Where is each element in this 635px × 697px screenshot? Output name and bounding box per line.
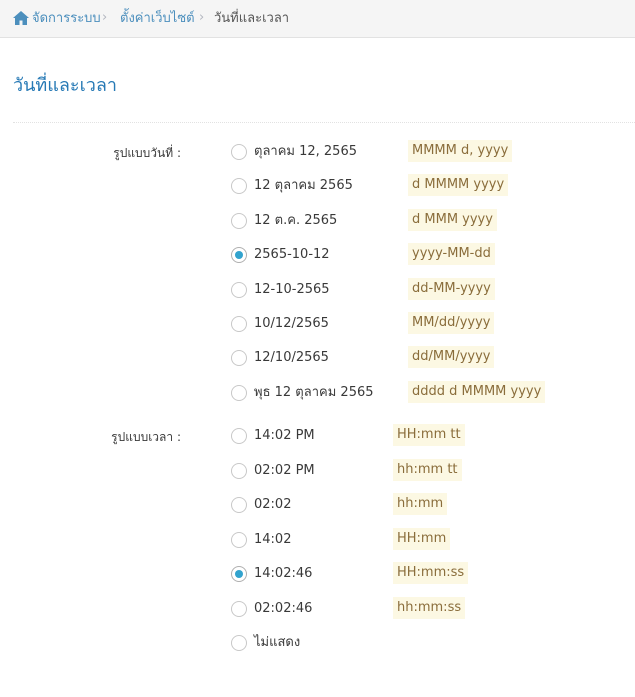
date_format-format-code: dd-MM-yyyy xyxy=(408,277,495,300)
breadcrumb-item-admin[interactable]: จัดการระบบ xyxy=(32,10,101,27)
breadcrumb-item-current: วันที่และเวลา xyxy=(214,11,290,26)
time_format-format-code: hh:mm tt xyxy=(393,458,462,481)
time_format-format-code: hh:mm:ss xyxy=(393,596,466,619)
time_format-radio[interactable] xyxy=(231,531,247,548)
chevron-right-icon: › xyxy=(102,10,108,25)
time_format-radio[interactable] xyxy=(231,462,247,479)
date_format-radio[interactable] xyxy=(231,281,247,298)
page-title: วันที่และเวลา xyxy=(13,75,117,96)
date_format-option-label[interactable]: 12 ตุลาคม 2565 xyxy=(254,177,353,194)
date_format-radio[interactable] xyxy=(231,316,247,332)
time_format-radio[interactable] xyxy=(231,600,247,617)
chevron-right-icon: › xyxy=(199,10,205,25)
date_format-radio[interactable] xyxy=(231,247,247,264)
date_format-format-code: MM/dd/yyyy xyxy=(408,312,495,334)
date_format-format-code: MMMM d, yyyy xyxy=(408,140,513,162)
date_format-radio[interactable] xyxy=(231,144,247,160)
date_format-radio[interactable] xyxy=(231,350,247,367)
date_format-format-code: d MMMM yyyy xyxy=(408,174,509,197)
date_format-option-label[interactable]: ตุลาคม 12, 2565 xyxy=(254,143,357,160)
date_format-format-code: d MMM yyyy xyxy=(408,208,497,231)
home-icon[interactable] xyxy=(12,10,30,26)
time_format-format-code: HH:mm tt xyxy=(393,424,465,446)
divider xyxy=(13,122,635,123)
date_format-format-code: dd/MM/yyyy xyxy=(408,346,495,369)
date_format-option-label[interactable]: 12-10-2565 xyxy=(254,281,330,298)
time_format-option-label[interactable]: 02:02 xyxy=(254,496,291,513)
date-format-label: รูปแบบวันที่ : xyxy=(113,146,181,160)
date_format-option-label[interactable]: 12 ต.ค. 2565 xyxy=(254,212,337,229)
time_format-radio[interactable] xyxy=(231,635,247,651)
date_format-option-label[interactable]: 12/10/2565 xyxy=(254,349,329,366)
time_format-option-label[interactable]: ไม่แสดง xyxy=(254,634,300,651)
date_format-format-code: dddd d MMMM yyyy xyxy=(408,380,546,403)
time_format-radio[interactable] xyxy=(231,428,247,444)
time_format-format-code: HH:mm xyxy=(393,527,451,550)
time_format-option-label[interactable]: 02:02:46 xyxy=(254,600,312,617)
date_format-radio[interactable] xyxy=(231,384,247,401)
breadcrumb: จัดการระบบ › ตั้งค่าเว็บไซต์ › วันที่และ… xyxy=(0,0,635,38)
time_format-option-label[interactable]: 14:02 xyxy=(254,531,291,548)
date_format-option-label[interactable]: พุธ 12 ตุลาคม 2565 xyxy=(254,384,374,401)
date_format-option-label[interactable]: 10/12/2565 xyxy=(254,315,329,332)
time_format-radio[interactable] xyxy=(231,566,247,582)
date_format-format-code: yyyy-MM-dd xyxy=(408,243,495,266)
time_format-option-label[interactable]: 14:02 PM xyxy=(254,427,315,444)
time_format-format-code: HH:mm:ss xyxy=(393,562,469,584)
date_format-option-label[interactable]: 2565-10-12 xyxy=(254,246,330,263)
time_format-format-code: hh:mm xyxy=(393,493,448,515)
time-format-label: รูปแบบเวลา : xyxy=(111,430,181,444)
breadcrumb-item-site-settings[interactable]: ตั้งค่าเว็บไซต์ xyxy=(120,10,195,27)
time_format-option-label[interactable]: 14:02:46 xyxy=(254,565,312,582)
date_format-radio[interactable] xyxy=(231,212,247,229)
time_format-radio[interactable] xyxy=(231,497,247,513)
time_format-option-label[interactable]: 02:02 PM xyxy=(254,462,315,479)
date_format-radio[interactable] xyxy=(231,178,247,195)
